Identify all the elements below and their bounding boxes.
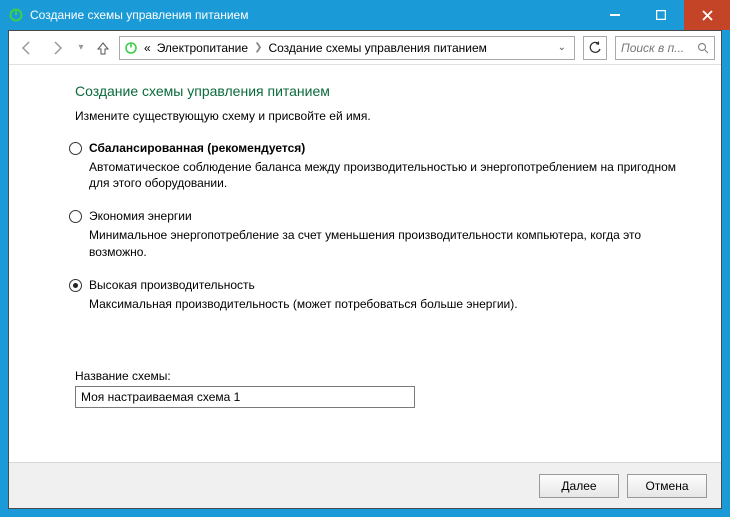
maximize-button[interactable]	[638, 0, 684, 30]
power-small-icon	[124, 41, 138, 55]
window-title: Создание схемы управления питанием	[30, 8, 592, 22]
forward-button[interactable]	[45, 36, 69, 60]
option-desc: Минимальное энергопотребление за счет ум…	[89, 227, 689, 259]
up-button[interactable]	[93, 38, 113, 58]
dialog-footer: Далее Отмена	[9, 462, 721, 508]
scheme-name-label: Название схемы:	[75, 369, 691, 383]
search-placeholder: Поиск в п...	[621, 41, 684, 55]
radio-icon[interactable]	[69, 279, 82, 292]
breadcrumb-current[interactable]: Создание схемы управления питанием	[268, 41, 486, 55]
radio-icon[interactable]	[69, 210, 82, 223]
page-heading: Создание схемы управления питанием	[75, 83, 691, 99]
close-button[interactable]	[684, 0, 730, 30]
cancel-button[interactable]: Отмена	[627, 474, 707, 498]
radio-icon[interactable]	[69, 142, 82, 155]
recent-dropdown-icon[interactable]: ▾	[75, 36, 87, 60]
power-icon	[8, 7, 24, 23]
page-subheading: Измените существующую схему и присвойте …	[75, 109, 691, 123]
option-high-performance[interactable]: Высокая производительность Максимальная …	[75, 278, 691, 312]
window-frame: Создание схемы управления питанием ▾	[0, 0, 730, 517]
option-power-saver[interactable]: Экономия энергии Минимальное энергопотре…	[75, 209, 691, 259]
breadcrumb-parent[interactable]: Электропитание	[157, 41, 248, 55]
option-balanced[interactable]: Сбалансированная (рекомендуется) Автомат…	[75, 141, 691, 191]
client-area: ▾ « Электропитание ❯ Создание схемы упра…	[8, 30, 722, 509]
scheme-name-input[interactable]	[75, 386, 415, 408]
titlebar[interactable]: Создание схемы управления питанием	[0, 0, 730, 30]
chevron-right-icon: ❯	[254, 42, 262, 53]
scheme-name-section: Название схемы:	[39, 369, 691, 408]
option-desc: Автоматическое соблюдение баланса между …	[89, 159, 689, 191]
refresh-button[interactable]	[583, 36, 607, 60]
window-controls	[592, 0, 730, 30]
minimize-button[interactable]	[592, 0, 638, 30]
next-button[interactable]: Далее	[539, 474, 619, 498]
option-title: Экономия энергии	[89, 209, 691, 223]
address-bar[interactable]: « Электропитание ❯ Создание схемы управл…	[119, 36, 575, 60]
content-area: Создание схемы управления питанием Измен…	[9, 65, 721, 462]
nav-toolbar: ▾ « Электропитание ❯ Создание схемы упра…	[9, 31, 721, 65]
back-button[interactable]	[15, 36, 39, 60]
address-dropdown-icon[interactable]: ⌄	[554, 42, 570, 53]
option-desc: Максимальная производительность (может п…	[89, 296, 689, 312]
option-title: Сбалансированная (рекомендуется)	[89, 141, 691, 155]
search-icon	[697, 42, 709, 54]
search-input[interactable]: Поиск в п...	[615, 36, 715, 60]
option-title: Высокая производительность	[89, 278, 691, 292]
breadcrumb-prefix: «	[144, 41, 151, 55]
